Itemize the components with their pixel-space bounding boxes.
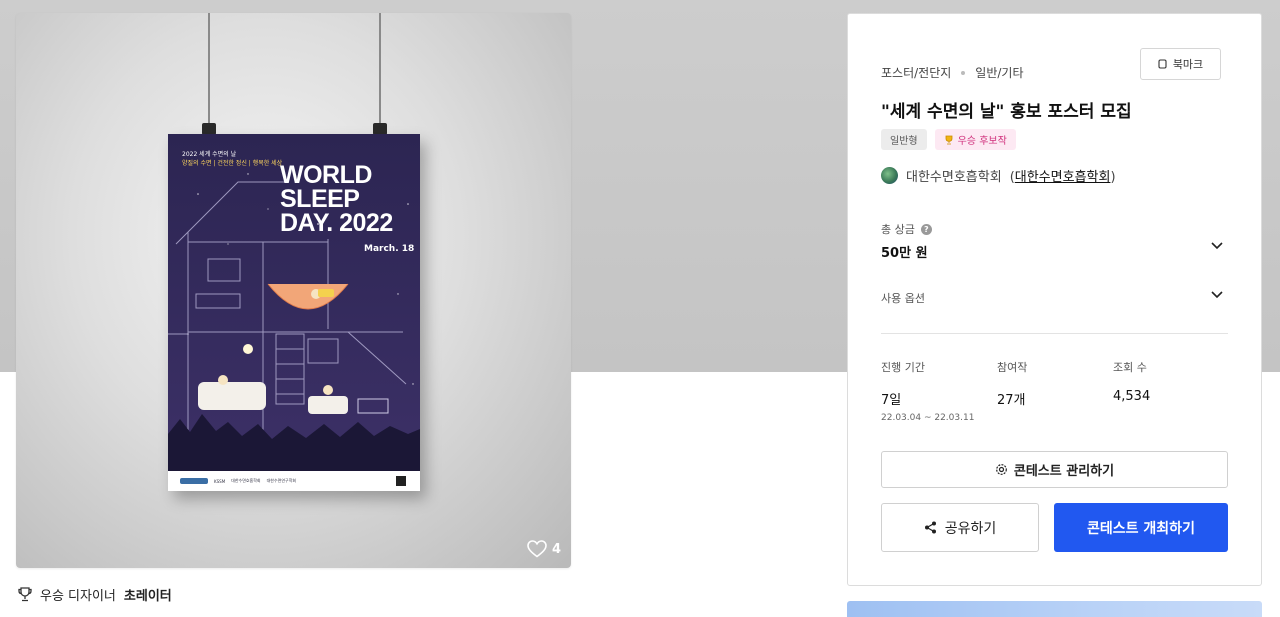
category-sub[interactable]: 일반/기타 xyxy=(975,64,1023,81)
prize-label: 총 상금 xyxy=(881,223,915,236)
tag-candidate: 우승 후보작 xyxy=(934,129,1016,150)
poster-qr-code xyxy=(396,476,406,486)
manage-contest-button[interactable]: 콘테스트 관리하기 xyxy=(881,451,1228,488)
trophy-icon xyxy=(18,587,32,602)
chevron-down-icon[interactable] xyxy=(1211,242,1223,250)
usage-option-row[interactable]: 사용 옵션 xyxy=(881,290,925,306)
hanging-wire-right xyxy=(379,13,381,131)
poster-footer: KSSM 대한수면호흡학회 대한수면연구학회 xyxy=(168,471,420,491)
hero-image[interactable]: 2022 세계 수면의 날 양질의 수면 | 건전한 정신 | 행복한 세상 W… xyxy=(16,13,571,568)
poster-sponsor-logo xyxy=(180,478,208,484)
poster-title-line-3: DAY. 2022 xyxy=(280,209,393,237)
category-breadcrumb: 포스터/전단지 일반/기타 xyxy=(881,64,1024,81)
prize-label-row: 총 상금 ? xyxy=(881,221,932,237)
heart-outline-icon xyxy=(527,540,547,558)
hanging-wire-left xyxy=(208,13,210,131)
stat-period: 진행 기간 7일 22.03.04 ~ 22.03.11 xyxy=(881,359,974,423)
share-icon xyxy=(924,521,936,534)
stat-period-label: 진행 기간 xyxy=(881,361,925,374)
contest-tags: 일반형 우승 후보작 xyxy=(881,129,1016,150)
host-name: 대한수면호흡학회 xyxy=(906,170,1002,185)
contest-info-card: 포스터/전단지 일반/기타 북마크 "세계 수면의 날" 홍보 포스터 모집 일… xyxy=(847,13,1262,586)
promo-banner[interactable] xyxy=(847,601,1262,617)
poster-image: 2022 세계 수면의 날 양질의 수면 | 건전한 정신 | 행복한 세상 W… xyxy=(168,134,420,491)
trophy-icon xyxy=(945,135,953,144)
stat-participants: 참여작 27개 xyxy=(997,359,1027,408)
poster-title: WORLD SLEEP DAY. 2022 xyxy=(280,161,393,237)
host-contest-label: 콘테스트 개최하기 xyxy=(1087,520,1195,537)
usage-option-label: 사용 옵션 xyxy=(881,292,925,305)
share-label: 공유하기 xyxy=(944,520,997,537)
tag-candidate-label: 우승 후보작 xyxy=(957,136,1007,147)
like-button[interactable]: 4 xyxy=(527,540,561,558)
poster-sponsor-2: 대한수면호흡학회 xyxy=(231,478,261,483)
designer-name[interactable]: 초레이터 xyxy=(124,585,172,604)
prize-value: 50만 원 xyxy=(881,246,928,261)
host-contest-button[interactable]: 콘테스트 개최하기 xyxy=(1054,503,1228,552)
tag-type: 일반형 xyxy=(881,129,927,150)
poster-title-line-2: SLEEP xyxy=(280,185,360,213)
host-link[interactable]: 대한수면호흡학회 xyxy=(1015,170,1111,185)
separator-dot xyxy=(961,70,966,75)
poster-title-line-1: WORLD xyxy=(280,161,372,189)
stat-period-value: 7일 xyxy=(881,393,902,408)
poster-top-text: 2022 세계 수면의 날 양질의 수면 | 건전한 정신 | 행복한 세상 xyxy=(182,150,282,168)
divider xyxy=(881,333,1228,334)
bookmark-button[interactable]: 북마크 xyxy=(1140,48,1221,80)
stat-participants-label: 참여작 xyxy=(997,361,1028,374)
bookmark-label: 북마크 xyxy=(1172,58,1204,71)
host-organization: 대한수면호흡학회 (대한수면호흡학회) xyxy=(881,166,1116,185)
poster-slogan-line: 양질의 수면 | 건전한 정신 | 행복한 세상 xyxy=(182,160,283,167)
stat-views-label: 조회 수 xyxy=(1113,361,1147,374)
tag-type-label: 일반형 xyxy=(890,136,918,147)
winning-designer: 우승 디자이너 초레이터 xyxy=(18,585,172,604)
manage-contest-label: 콘테스트 관리하기 xyxy=(1013,464,1115,479)
poster-date: March. 18 xyxy=(364,244,415,254)
host-logo xyxy=(881,167,898,184)
poster-sponsor-3: 대한수면연구학회 xyxy=(266,478,297,483)
poster-sponsor-1: KSSM xyxy=(214,478,226,484)
like-count: 4 xyxy=(551,541,561,557)
category-main[interactable]: 포스터/전단지 xyxy=(881,64,951,81)
help-icon[interactable]: ? xyxy=(920,223,932,235)
bookmark-icon xyxy=(1158,59,1167,69)
poster-event-line: 2022 세계 수면의 날 xyxy=(182,151,237,158)
stat-views-value: 4,534 xyxy=(1113,389,1151,404)
share-button[interactable]: 공유하기 xyxy=(881,503,1039,552)
stat-period-dates: 22.03.04 ~ 22.03.11 xyxy=(881,413,975,423)
stat-participants-value: 27개 xyxy=(997,393,1026,408)
stat-views: 조회 수 4,534 xyxy=(1113,359,1150,404)
designer-prefix: 우승 디자이너 xyxy=(40,589,116,604)
gear-icon xyxy=(995,464,1007,475)
contest-title: "세계 수면의 날" 홍보 포스터 모집 xyxy=(881,102,1132,122)
chevron-down-icon[interactable] xyxy=(1211,291,1223,299)
